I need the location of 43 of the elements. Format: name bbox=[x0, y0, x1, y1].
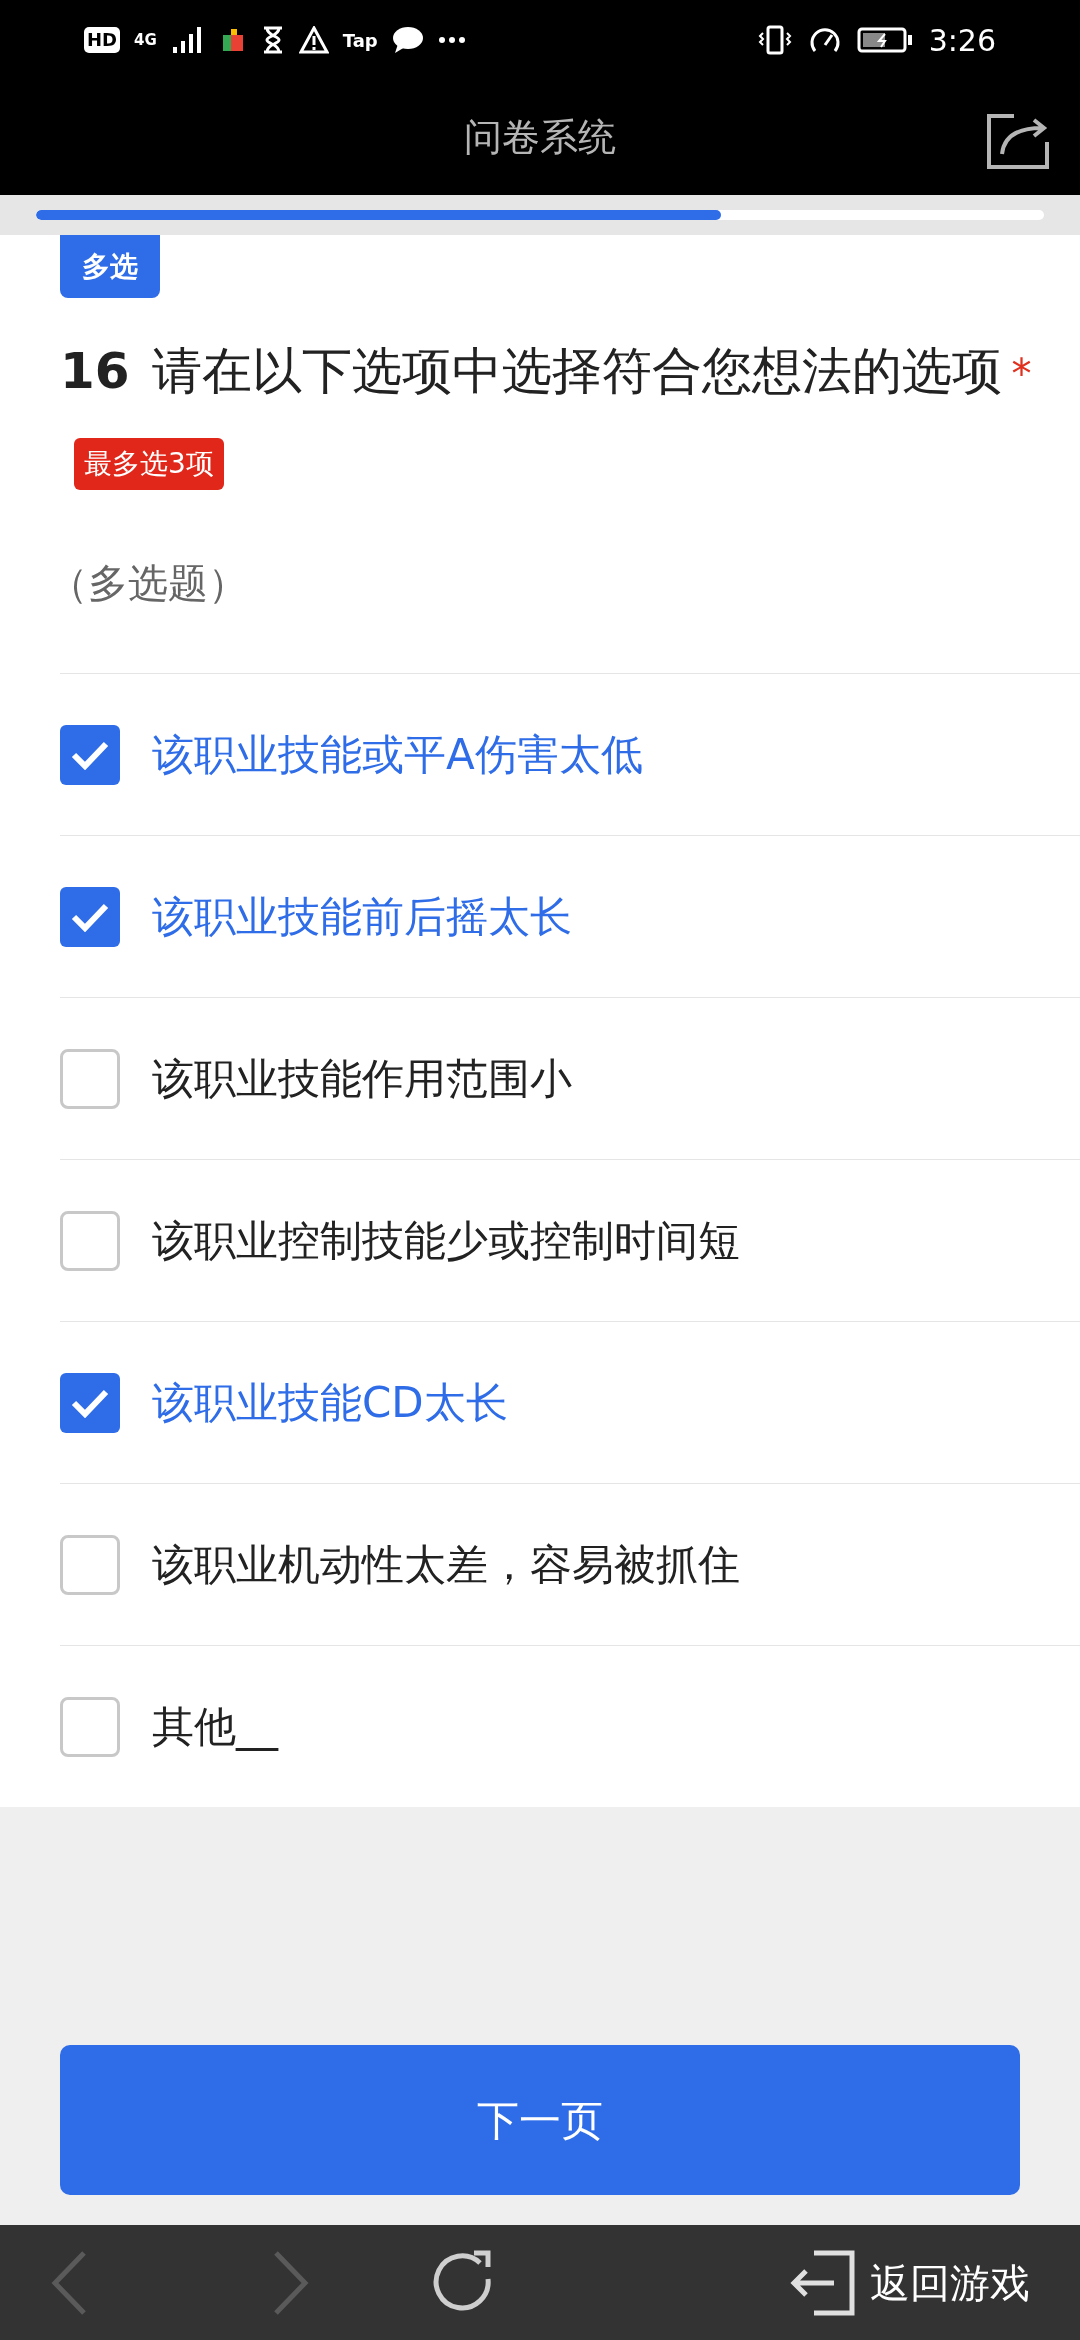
option-label: 该职业机动性太差，容易被抓住 bbox=[152, 1539, 740, 1591]
vibrate-icon bbox=[756, 25, 793, 55]
checkbox[interactable] bbox=[60, 1210, 120, 1271]
hd-indicator: HD bbox=[84, 27, 120, 53]
checkbox[interactable] bbox=[60, 1372, 120, 1433]
required-mark: * bbox=[1011, 351, 1032, 397]
question-hint: （多选题） bbox=[48, 559, 249, 608]
next-page-button[interactable]: 下一页 bbox=[60, 2045, 1020, 2195]
network-label: 4G bbox=[134, 29, 157, 51]
return-to-game-button[interactable]: 返回游戏 bbox=[786, 2249, 1030, 2316]
option-label: 该职业技能或平A伤害太低 bbox=[152, 729, 643, 781]
option-label: 其他__ bbox=[152, 1701, 278, 1753]
option-item[interactable]: 该职业技能或平A伤害太低 bbox=[60, 673, 1080, 835]
share-button[interactable] bbox=[986, 112, 1050, 170]
battery-icon bbox=[856, 26, 913, 54]
checkmark-icon bbox=[70, 1387, 110, 1418]
option-item[interactable]: 该职业机动性太差，容易被抓住 bbox=[60, 1483, 1080, 1645]
option-label: 该职业技能CD太长 bbox=[152, 1377, 508, 1429]
question-text: 请在以下选项中选择符合您想法的选项 bbox=[151, 342, 1002, 400]
checkbox[interactable] bbox=[60, 1696, 120, 1757]
more-icon bbox=[437, 36, 466, 44]
page-title: 问卷系统 bbox=[464, 114, 616, 161]
question-type-badge: 多选 bbox=[60, 235, 160, 298]
option-item[interactable]: 该职业技能作用范围小 bbox=[60, 997, 1080, 1159]
checkbox[interactable] bbox=[60, 724, 120, 785]
question-number: 16 bbox=[60, 342, 130, 400]
option-label: 该职业技能前后摇太长 bbox=[152, 891, 572, 943]
checkmark-icon bbox=[70, 901, 110, 932]
option-label: 该职业技能作用范围小 bbox=[152, 1053, 572, 1105]
option-label: 该职业控制技能少或控制时间短 bbox=[152, 1215, 740, 1267]
checkmark-icon bbox=[70, 739, 110, 770]
warning-icon bbox=[298, 26, 329, 54]
app-label: Tap bbox=[342, 28, 378, 53]
selection-limit-badge: 最多选3项 bbox=[74, 437, 224, 490]
option-item[interactable]: 其他__ bbox=[60, 1645, 1080, 1807]
checkbox[interactable] bbox=[60, 886, 120, 947]
chat-bubble-icon bbox=[391, 26, 424, 54]
option-item[interactable]: 该职业技能CD太长 bbox=[60, 1321, 1080, 1483]
option-item[interactable]: 该职业控制技能少或控制时间短 bbox=[60, 1159, 1080, 1321]
option-item[interactable]: 该职业技能前后摇太长 bbox=[60, 835, 1080, 997]
clock: 3:26 bbox=[928, 21, 996, 60]
checkbox[interactable] bbox=[60, 1534, 120, 1595]
checkbox[interactable] bbox=[60, 1048, 120, 1109]
